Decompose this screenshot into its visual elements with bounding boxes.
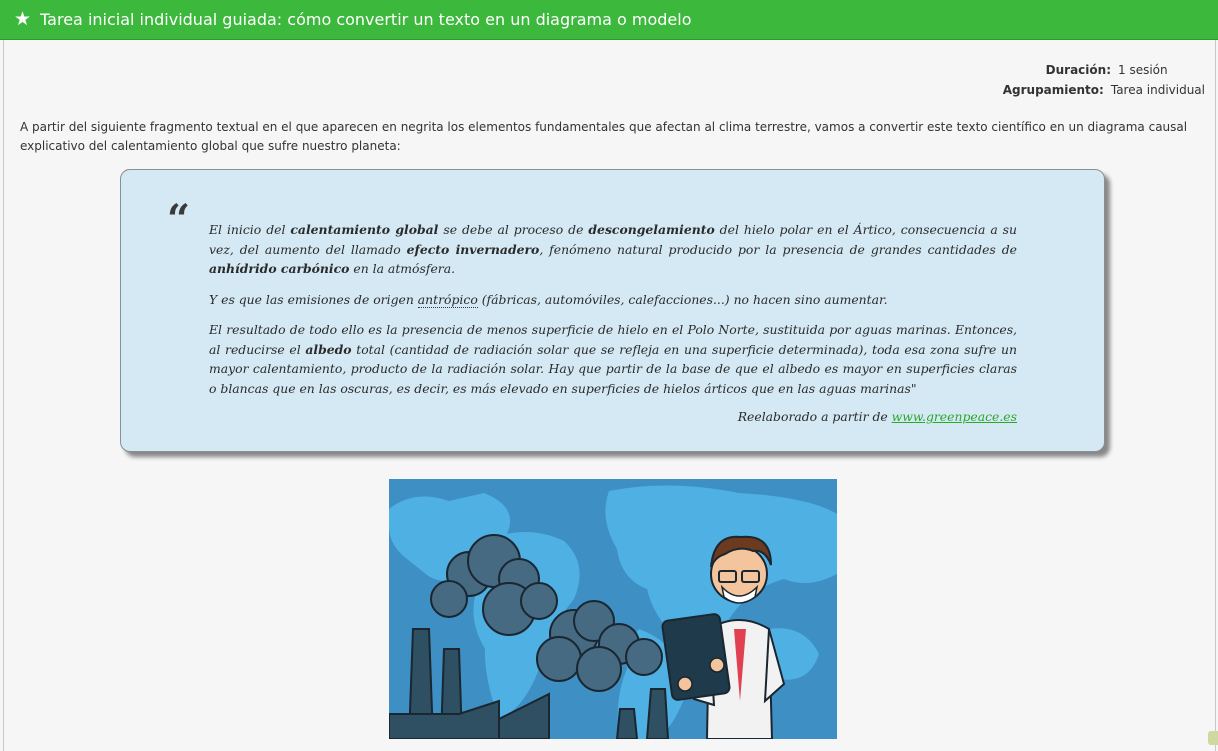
duration-row: Duración: 1 sesión	[1003, 60, 1205, 80]
duration-value: 1 sesión	[1118, 63, 1168, 77]
task-title: Tarea inicial individual guiada: cómo co…	[40, 10, 692, 29]
duration-label: Duración:	[1045, 63, 1111, 77]
keyword-albedo: albedo	[305, 341, 352, 357]
image-caption	[389, 743, 837, 751]
task-header: ★ Tarea inicial individual guiada: cómo …	[0, 0, 1218, 40]
quote-mark-icon: “	[167, 196, 191, 243]
glossary-term-antropico[interactable]: antrópico	[417, 291, 478, 308]
task-meta: Duración: 1 sesión Agrupamiento: Tarea i…	[1003, 60, 1205, 100]
quote-paragraph-1: El inicio del calentamiento global se de…	[209, 222, 1018, 276]
quote-paragraph-3: El resultado de todo ello es la presenci…	[209, 322, 1017, 396]
keyword-efecto-invernadero: efecto invernadero	[406, 241, 540, 257]
keyword-anhidrido-carbonico: anhídrido carbónico	[209, 261, 350, 276]
quote-source: Reelaborado a partir de www.greenpeace.e…	[737, 409, 1017, 424]
keyword-calentamiento-global: calentamiento global	[290, 222, 439, 237]
keyword-descongelamiento: descongelamiento	[588, 222, 715, 237]
quote-box: “ El inicio del calentamiento global se …	[120, 169, 1105, 452]
global-warming-illustration	[389, 479, 837, 739]
greenpeace-link[interactable]: www.greenpeace.es	[892, 409, 1017, 424]
quote-paragraph-2: Y es que las emisiones de origen antrópi…	[209, 291, 888, 308]
star-icon: ★	[14, 8, 32, 30]
quote-text: El inicio del calentamiento global se de…	[209, 220, 1017, 438]
intro-text: A partir del siguiente fragmento textual…	[20, 120, 1188, 153]
grouping-value: Tarea individual	[1110, 83, 1205, 97]
grouping-label: Agrupamiento:	[1002, 83, 1104, 97]
grouping-row: Agrupamiento: Tarea individual	[1003, 80, 1205, 100]
corner-widget-icon[interactable]	[1208, 731, 1218, 745]
top-edge-decoration	[1018, 0, 1198, 2]
